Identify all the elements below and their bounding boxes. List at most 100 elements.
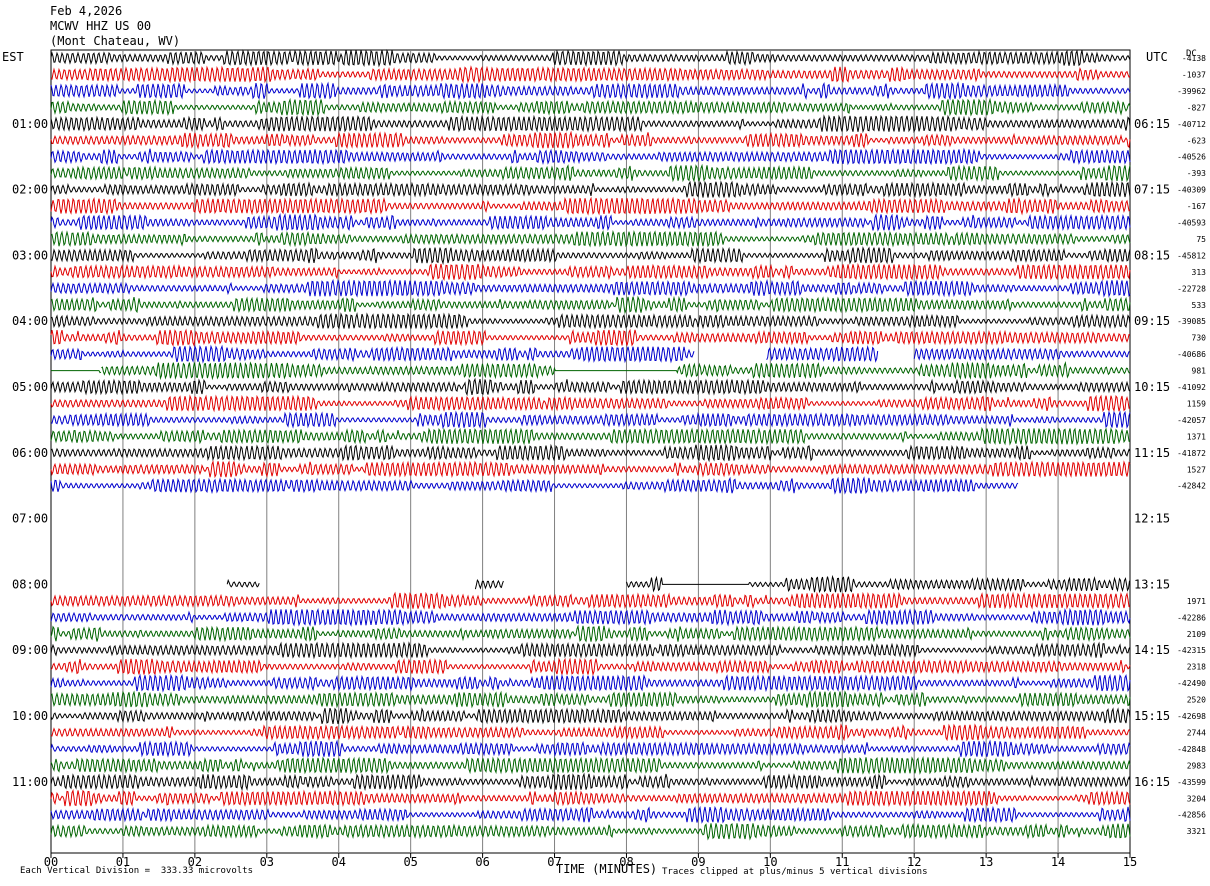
seismic-trace [913,347,1130,362]
seismic-trace [50,65,1131,84]
dc-offset-label: -40526 [1177,153,1206,162]
dc-offset-label: -45812 [1177,251,1206,260]
seismic-trace [50,114,1131,134]
x-tick-label: 13 [979,855,993,869]
dc-offset-label: 2744 [1187,728,1206,737]
x-axis-title: TIME (MINUTES) [556,862,658,876]
dc-offset-label: -42842 [1177,482,1206,491]
seismic-trace [50,707,1131,725]
dc-offset-label: -39085 [1177,317,1206,326]
est-hour-label: 02:00 [12,183,48,197]
dc-offset-label: 1971 [1187,597,1206,606]
seismic-trace [50,48,1131,68]
seismic-trace [50,312,1131,331]
dc-offset-label: 2983 [1187,761,1206,770]
utc-hour-label: 16:15 [1134,775,1170,789]
dc-offset-label: -40309 [1177,186,1206,195]
x-tick-label: 04 [332,855,346,869]
seismogram-plot: 00 01 02 03 04 05 06 07 08 09 10 11 12 13 14 1501:0002:… [12,48,1207,869]
dc-offset-label: -167 [1187,202,1206,211]
est-hour-label: 05:00 [12,380,48,394]
seismic-trace [50,443,1131,463]
seismic-trace [50,262,1131,282]
dc-offset-label: 3204 [1187,794,1206,803]
utc-hour-label: 15:15 [1134,709,1170,723]
utc-hour-label: 12:15 [1134,512,1170,526]
seismic-trace [50,805,1131,824]
dc-offset-label: -4138 [1182,54,1206,63]
seismic-trace [50,246,1131,266]
est-hour-label: 09:00 [12,643,48,657]
est-hour-label: 11:00 [12,775,48,789]
dc-offset-label: 2109 [1187,630,1206,639]
dc-offset-label: 75 [1196,235,1206,244]
x-tick-label: 03 [260,855,274,869]
seismic-trace [50,657,1131,677]
dc-offset-label: -42057 [1177,416,1206,425]
dc-offset-label: -1037 [1182,70,1206,79]
seismic-trace [50,328,1131,347]
dc-offset-label: -41092 [1177,383,1206,392]
utc-hour-label: 13:15 [1134,577,1170,591]
dc-offset-label: -623 [1187,136,1206,145]
dc-offset-label: -41872 [1177,449,1206,458]
est-hour-label: 04:00 [12,314,48,328]
seismic-trace [50,97,1131,117]
seismic-trace [50,377,1131,397]
seismic-trace [50,229,1131,248]
est-hour-label: 06:00 [12,446,48,460]
seismic-trace [50,410,1131,430]
seismic-trace [50,624,1131,643]
seismic-trace [50,426,1131,447]
seismic-trace [50,822,1131,841]
seismic-trace [50,163,1131,183]
utc-hour-label: 11:15 [1134,446,1170,460]
seismic-trace [766,345,879,363]
seismic-trace [50,690,1131,709]
seismic-trace [50,459,1131,479]
seismic-trace [50,739,1131,759]
est-hour-label: 08:00 [12,577,48,591]
dc-offset-label: -40593 [1177,219,1206,228]
utc-hour-label: 07:15 [1134,183,1170,197]
dc-offset-label: 981 [1192,367,1207,376]
seismic-trace [50,278,1131,298]
dc-offset-label: 1159 [1187,399,1206,408]
dc-offset-label: -42490 [1177,679,1206,688]
est-hour-label: 07:00 [12,512,48,526]
scale-note: Each Vertical Division = 333.33 microvol… [20,866,253,876]
x-tick-label: 14 [1051,855,1065,869]
seismic-trace [50,476,1019,495]
dc-offset-label: -42315 [1177,646,1206,655]
dc-offset-label: -39962 [1177,87,1206,96]
dc-offset-label: 1527 [1187,465,1206,474]
dc-offset-label: 313 [1192,268,1207,277]
x-tick-label: 06 [475,855,489,869]
est-hour-label: 10:00 [12,709,48,723]
seismic-trace [101,360,1130,381]
utc-hour-label: 09:15 [1134,314,1170,328]
dc-offset-label: 2318 [1187,663,1206,672]
seismic-trace [226,578,260,588]
clip-note: Traces clipped at plus/minus 5 vertical … [662,867,928,877]
utc-hour-label: 06:15 [1134,117,1170,131]
utc-hour-label: 10:15 [1134,380,1170,394]
est-hour-label: 03:00 [12,248,48,262]
dc-offset-label: -22728 [1177,284,1206,293]
dc-offset-label: -42286 [1177,613,1206,622]
seismic-trace [50,394,1131,413]
seismic-trace [50,344,695,364]
x-tick-label: 15 [1123,855,1137,869]
seismic-trace [50,180,1131,199]
dc-offset-label: -40686 [1177,350,1206,359]
seismic-trace [50,196,1131,216]
seismic-trace [51,370,102,374]
utc-hour-label: 14:15 [1134,643,1170,657]
seismic-trace [50,755,1131,775]
seismic-trace [50,772,1131,792]
dc-offset-label: 3321 [1187,827,1206,836]
x-tick-label: 05 [403,855,417,869]
est-hour-label: 01:00 [12,117,48,131]
utc-hour-label: 08:15 [1134,248,1170,262]
seismic-trace [50,130,1131,150]
